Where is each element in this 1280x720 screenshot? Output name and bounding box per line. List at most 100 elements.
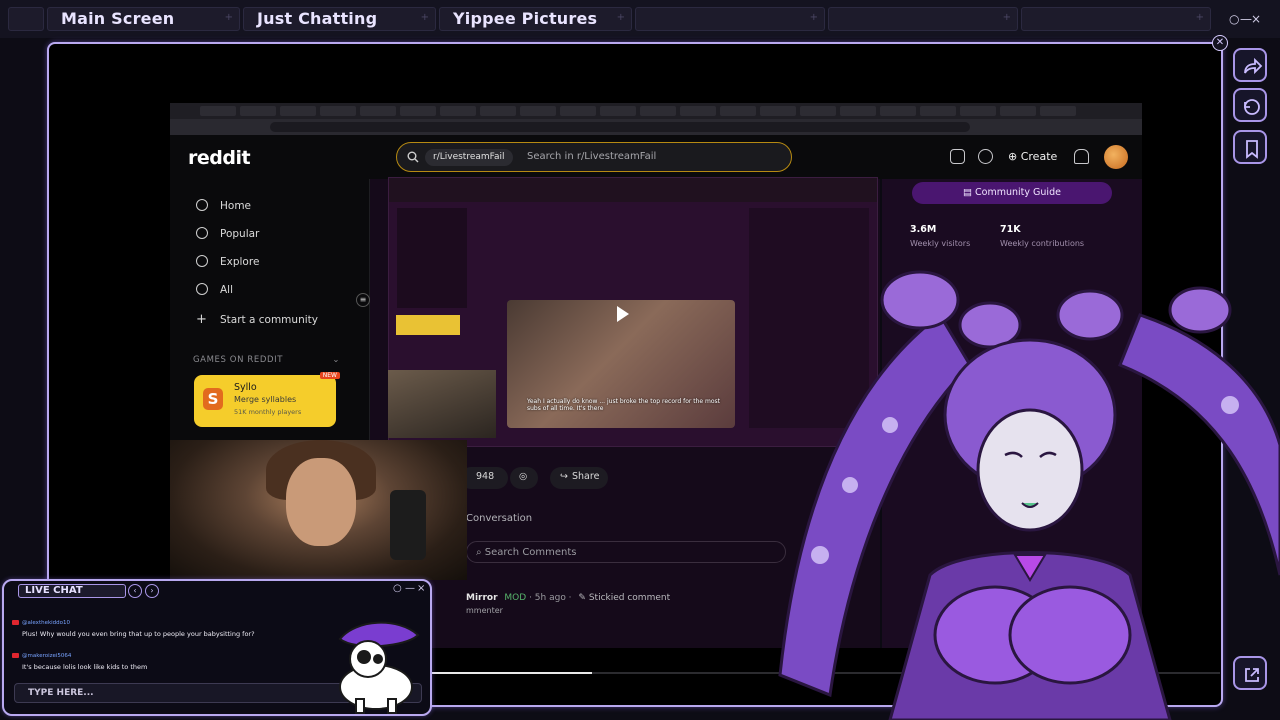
comment-author[interactable]: Mirror <box>466 593 498 603</box>
rewind-button[interactable] <box>1233 88 1267 122</box>
close-icon[interactable]: × <box>1251 12 1261 26</box>
browser-tab[interactable] <box>480 106 516 116</box>
game-card-syllo[interactable]: S Syllo Merge syllables 51K monthly play… <box>194 372 340 427</box>
create-label: Create <box>1020 150 1058 163</box>
browser-tab[interactable] <box>840 106 876 116</box>
browser-tab-strip <box>170 103 1142 119</box>
reddit-header: reddit r/LivestreamFail Search in r/Live… <box>170 135 1142 179</box>
restore-icon[interactable]: ○ <box>1229 12 1239 26</box>
game-players: 51K monthly players <box>234 408 302 416</box>
browser-tab[interactable] <box>760 106 796 116</box>
sidebar-item-label: Explore <box>220 256 260 268</box>
tab-label: Yippee Pictures <box>453 9 598 28</box>
minimize-icon[interactable]: — <box>405 583 415 594</box>
games-heading: GAMES ON REDDIT ⌄ <box>193 355 340 365</box>
award-icon: ◎ <box>519 471 528 482</box>
rewind-icon <box>1244 99 1260 115</box>
tab-just-chatting[interactable]: Just Chatting + <box>243 7 436 31</box>
sidebar-item-all[interactable]: All <box>196 283 233 296</box>
browser-tab[interactable] <box>800 106 836 116</box>
play-icon[interactable] <box>617 306 629 322</box>
search-icon <box>407 151 419 163</box>
chat-message: Plus! Why would you even bring that up t… <box>22 630 255 638</box>
embedded-sidebar <box>397 208 467 308</box>
mod-badge: MOD <box>504 593 527 603</box>
embedded-video[interactable]: Yeah I actually do know ... just broke t… <box>507 300 735 428</box>
tab-empty-3[interactable]: + <box>1021 7 1211 31</box>
tab-leading[interactable] <box>8 7 44 31</box>
live-chat-widget: LIVE CHAT ‹ › ○ — × @alexthekiddo10 Plus… <box>2 579 432 716</box>
share-icon: ↪ <box>560 471 568 482</box>
browser-tab[interactable] <box>400 106 436 116</box>
share-label: Share <box>572 471 600 482</box>
tab-main-screen[interactable]: Main Screen + <box>47 7 240 31</box>
plus-icon: + <box>224 12 233 23</box>
browser-tab[interactable] <box>520 106 556 116</box>
embedded-highlight <box>396 315 460 335</box>
browser-tab[interactable] <box>680 106 716 116</box>
browser-tab[interactable] <box>360 106 396 116</box>
notifications-icon[interactable] <box>1074 149 1089 164</box>
sidebar-item-start-community[interactable]: + Start a community <box>196 312 318 327</box>
plus-icon: + <box>420 12 429 23</box>
browser-tab[interactable] <box>600 106 636 116</box>
chat-prev-button[interactable]: ‹ <box>128 584 142 598</box>
chat-message: It's because lolis look like kids to the… <box>22 663 148 671</box>
chat-next-button[interactable]: › <box>145 584 159 598</box>
browser-tab[interactable] <box>200 106 236 116</box>
sidebar-item-popular[interactable]: Popular <box>196 227 259 240</box>
sidebar-item-label: All <box>220 284 234 296</box>
bookmark-button[interactable] <box>1233 130 1267 164</box>
tab-empty-1[interactable]: + <box>635 7 825 31</box>
browser-tab[interactable] <box>960 106 996 116</box>
browser-tab[interactable] <box>640 106 676 116</box>
tab-empty-2[interactable]: + <box>828 7 1018 31</box>
chat-icon[interactable] <box>978 149 993 164</box>
scene-tab-bar: Main Screen + Just Chatting + Yippee Pic… <box>0 0 1280 38</box>
plus-icon: + <box>616 12 625 23</box>
close-icon[interactable]: × <box>417 583 425 594</box>
subreddit-chip[interactable]: r/LivestreamFail <box>425 149 513 166</box>
advertise-icon[interactable] <box>950 149 965 164</box>
stat-label: Weekly visitors <box>910 239 971 248</box>
restore-icon[interactable]: ○ <box>393 583 402 594</box>
browser-tab[interactable] <box>560 106 596 116</box>
game-name: Syllo <box>234 382 257 393</box>
vtuber-avatar <box>778 270 1280 720</box>
browser-tab[interactable] <box>240 106 276 116</box>
chevron-down-icon[interactable]: ⌄ <box>332 355 340 365</box>
browser-tab[interactable] <box>920 106 956 116</box>
embedded-header <box>389 178 877 202</box>
explore-icon <box>196 255 208 267</box>
sidebar-item-explore[interactable]: Explore <box>196 255 259 268</box>
tab-yippee-pictures[interactable]: Yippee Pictures + <box>439 7 632 31</box>
reddit-logo[interactable]: reddit <box>188 147 251 169</box>
share-button[interactable] <box>1233 48 1267 82</box>
chat-username[interactable]: @alexthekiddo10 <box>22 620 70 626</box>
avatar[interactable] <box>1104 145 1128 169</box>
chat-username[interactable]: @makeroizei5064 <box>22 653 71 659</box>
reddit-search-input[interactable]: r/LivestreamFail Search in r/LivestreamF… <box>396 142 792 172</box>
browser-tab[interactable] <box>440 106 476 116</box>
home-icon <box>196 199 208 211</box>
community-guide-button[interactable]: ▤ Community Guide <box>912 182 1112 204</box>
stat-label: Weekly contributions <box>1000 239 1085 248</box>
vtuber-head <box>943 338 1117 532</box>
create-button[interactable]: ⊕ Create <box>1008 150 1057 163</box>
syllo-logo-icon: S <box>203 388 223 410</box>
frame-close-button[interactable]: ✕ <box>1212 35 1228 51</box>
vtuber-right-tentacle <box>1118 313 1280 576</box>
menu-icon[interactable]: ≡ <box>356 293 370 307</box>
community-guide-label: Community Guide <box>975 187 1061 198</box>
browser-tab[interactable] <box>280 106 316 116</box>
browser-address-bar <box>170 119 1142 135</box>
live-chat-title: LIVE CHAT <box>18 584 126 598</box>
bookmark-icon <box>1246 140 1258 159</box>
url-field[interactable] <box>270 122 970 132</box>
browser-tab[interactable] <box>320 106 356 116</box>
sidebar-item-home[interactable]: Home <box>196 199 251 212</box>
browser-tab[interactable] <box>1040 106 1076 116</box>
browser-tab[interactable] <box>720 106 756 116</box>
browser-tab[interactable] <box>880 106 916 116</box>
browser-tab[interactable] <box>1000 106 1036 116</box>
